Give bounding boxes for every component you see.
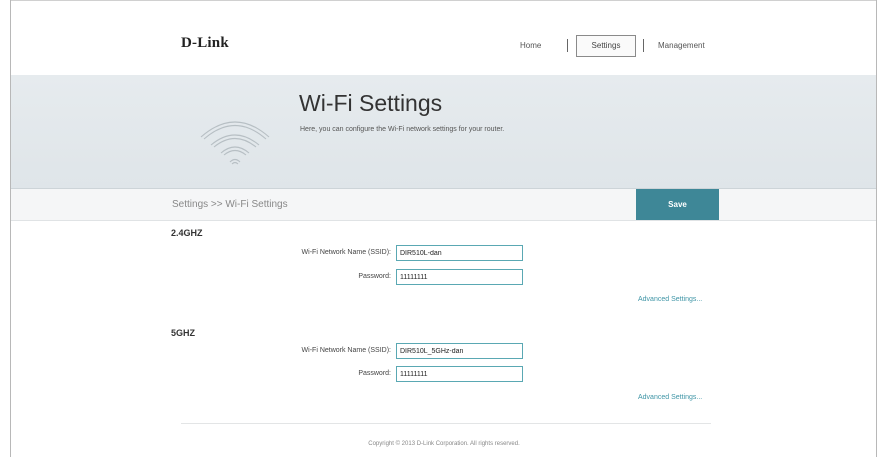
page-description: Here, you can configure the Wi-Fi networ… (300, 126, 505, 133)
section-title-5ghz: 5GHZ (171, 328, 196, 338)
frame-right-border (876, 0, 877, 457)
breadcrumb: Settings >> Wi-Fi Settings (172, 199, 288, 210)
nav-home[interactable]: Home (520, 35, 541, 57)
dlink-logo[interactable]: D-Link (181, 35, 229, 52)
wifi-icon (200, 121, 270, 165)
ssid-input-5ghz[interactable] (396, 343, 523, 359)
password-input-5ghz[interactable] (396, 366, 523, 382)
ssid-label-5ghz: Wi-Fi Network Name (SSID): (301, 347, 391, 354)
password-label-2-4ghz: Password: (358, 273, 391, 280)
nav-separator (643, 39, 644, 52)
breadcrumb-bar: Settings >> Wi-Fi Settings Save (11, 189, 876, 221)
page-title: Wi-Fi Settings (299, 90, 443, 116)
section-title-2-4ghz: 2.4GHZ (171, 228, 203, 238)
advanced-settings-link-5ghz[interactable]: Advanced Settings... (638, 394, 702, 401)
nav-separator (567, 39, 568, 52)
advanced-settings-link-2-4ghz[interactable]: Advanced Settings... (638, 296, 702, 303)
password-label-5ghz: Password: (358, 370, 391, 377)
nav-settings[interactable]: Settings (576, 35, 636, 57)
copyright-text: Copyright © 2013 D-Link Corporation. All… (368, 441, 520, 447)
save-button[interactable]: Save (636, 189, 719, 220)
ssid-label-2-4ghz: Wi-Fi Network Name (SSID): (301, 249, 391, 256)
footer-divider (181, 423, 711, 424)
page: D-Link Home Settings Management Wi-Fi Se… (0, 0, 888, 457)
nav-management[interactable]: Management (658, 35, 705, 57)
top-header: D-Link Home Settings Management (11, 0, 876, 76)
ssid-input-2-4ghz[interactable] (396, 245, 523, 261)
password-input-2-4ghz[interactable] (396, 269, 523, 285)
page-banner: Wi-Fi Settings Here, you can configure t… (11, 75, 876, 189)
